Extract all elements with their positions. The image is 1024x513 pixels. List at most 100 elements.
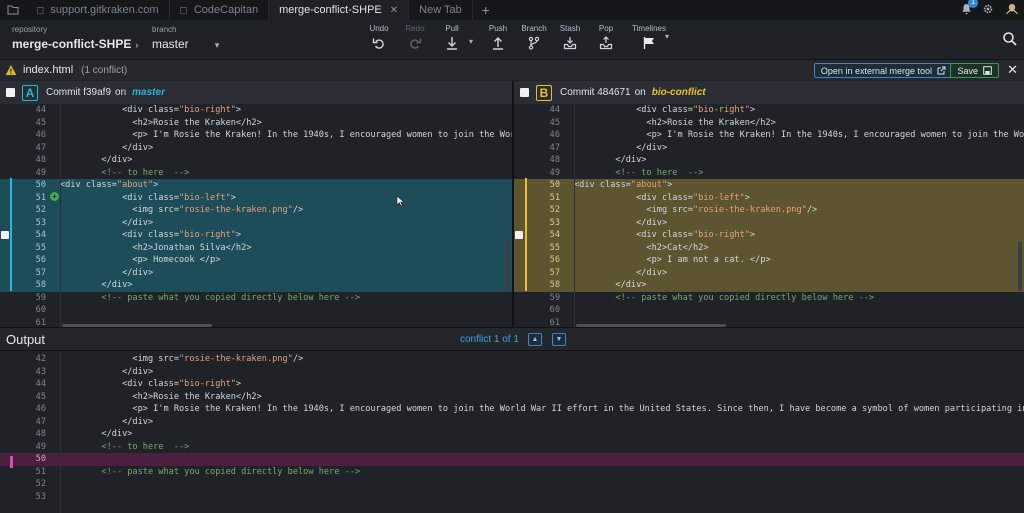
code-line[interactable]: 49 <!-- to here --> xyxy=(514,167,1024,180)
code-line[interactable]: 59 <!-- paste what you copied directly b… xyxy=(514,292,1024,305)
code-line[interactable]: 50 <div class="about"> xyxy=(514,179,1024,192)
code-line[interactable]: 52 <img src="rosie-the-kraken.png"/> xyxy=(0,204,512,217)
code-line[interactable]: 57 </div> xyxy=(0,266,512,279)
code-line[interactable]: 55 <h2>Cat</h2> xyxy=(514,241,1024,254)
previous-conflict-button[interactable]: ▲ xyxy=(528,333,542,346)
vertical-scrollbar[interactable] xyxy=(506,241,510,291)
add-tab-button[interactable]: + xyxy=(473,2,499,18)
output-title: Output xyxy=(6,332,46,347)
code-line[interactable]: 49 <!-- to here --> xyxy=(0,167,512,180)
branch-label: branch xyxy=(152,25,177,34)
add-line-icon[interactable]: + xyxy=(50,192,59,201)
undo-button[interactable]: Undo xyxy=(361,24,397,58)
chevron-right-icon: › xyxy=(135,40,139,50)
code-line[interactable]: 50 <div class="about"> xyxy=(0,179,512,192)
branch-button[interactable]: Branch xyxy=(516,24,552,58)
code-line[interactable]: 53 </div> xyxy=(0,216,512,229)
code-line[interactable]: 54 <div class="bio-right"> xyxy=(0,229,512,242)
code-line[interactable]: 51 <!-- paste what you copied directly b… xyxy=(0,466,1024,479)
code-line[interactable]: 52 xyxy=(0,478,1024,491)
timelines-dropdown-icon[interactable]: ▾ xyxy=(665,32,669,41)
code-line[interactable]: 47 </div> xyxy=(0,416,1024,429)
code-line[interactable]: 58 </div> xyxy=(514,279,1024,292)
pop-button[interactable]: Pop xyxy=(588,24,624,58)
code-line[interactable]: 52 <img src="rosie-the-kraken.png"/> xyxy=(514,204,1024,217)
code-line[interactable]: 44 <div class="bio-right"> xyxy=(514,104,1024,117)
close-tab-icon[interactable]: ✕ xyxy=(390,5,398,16)
pull-button[interactable]: Pull xyxy=(434,24,470,58)
tab-label: support.gitkraken.com xyxy=(50,4,159,16)
pull-dropdown-icon[interactable]: ▾ xyxy=(469,37,473,46)
open-external-merge-tool-button[interactable]: Open in external merge tool xyxy=(813,63,953,78)
line-number: 55 xyxy=(35,242,46,253)
bell-icon[interactable]: 1 xyxy=(961,0,978,18)
line-number: 54 xyxy=(35,230,46,240)
folder-icon[interactable] xyxy=(0,0,26,20)
code-line[interactable]: 45 <h2>Rosie the Kraken</h2> xyxy=(0,391,1024,404)
code-line[interactable]: 60 xyxy=(514,304,1024,317)
code-line[interactable]: 45 <h2>Rosie the Kraken</h2> xyxy=(0,117,512,130)
code-line[interactable]: 50 xyxy=(0,453,1024,466)
tab-codecapitan[interactable]: ◻ CodeCapitan xyxy=(170,0,270,20)
code-line[interactable]: 43 </div> xyxy=(0,366,1024,379)
timelines-button[interactable]: Timelines xyxy=(629,24,669,58)
code-line[interactable]: 42 <img src="rosie-the-kraken.png"/> xyxy=(0,353,1024,366)
branch-selector[interactable]: master ▾ xyxy=(152,37,219,51)
pane-a-commit: Commit f39af9 xyxy=(46,87,112,98)
select-all-b-checkbox[interactable] xyxy=(520,88,529,97)
close-merge-icon[interactable]: ✕ xyxy=(1007,62,1018,78)
chevron-down-icon: ▾ xyxy=(214,40,220,50)
code-line[interactable]: 55 <h2>Jonathan Silva</h2> xyxy=(0,241,512,254)
tab-merge-conflict[interactable]: merge-conflict-SHPE ✕ xyxy=(269,0,410,20)
code-line[interactable]: 56 <p> I am not a cat. </p> xyxy=(514,254,1024,267)
save-button[interactable]: Save xyxy=(950,63,999,78)
pane-b-code[interactable]: 44 <div class="bio-right"> 45 <h2>Rosie t… xyxy=(514,104,1024,327)
code-line[interactable]: 53 </div> xyxy=(514,216,1024,229)
stash-label: Stash xyxy=(559,24,581,33)
vertical-scrollbar[interactable] xyxy=(1018,241,1022,291)
pane-a-code[interactable]: 44 <div class="bio-right"> 45 <h2>Rosie t… xyxy=(0,104,512,327)
code-line[interactable]: 47 </div> xyxy=(0,142,512,155)
output-editor[interactable]: 42 <img src="rosie-the-kraken.png"/> 43 <… xyxy=(0,351,1024,513)
code-line[interactable]: 45 <h2>Rosie the Kraken</h2> xyxy=(514,117,1024,130)
line-number: 46 xyxy=(549,130,560,140)
save-label: Save xyxy=(957,65,978,76)
code-line[interactable]: 59 <!-- paste what you copied directly b… xyxy=(0,292,512,305)
code-line[interactable]: 44 <div class="bio-right"> xyxy=(0,104,512,117)
selection-bar-b xyxy=(525,178,527,291)
code-line[interactable]: 44 <div class="bio-right"> xyxy=(0,378,1024,391)
select-all-a-checkbox[interactable] xyxy=(6,88,15,97)
hunk-a-checkbox[interactable] xyxy=(1,231,9,239)
code-line[interactable]: 46 <p> I'm Rosie the Kraken! In the 1940… xyxy=(0,129,512,142)
hunk-b-checkbox[interactable] xyxy=(515,231,523,239)
code-line[interactable]: 49 <!-- to here --> xyxy=(0,441,1024,454)
line-text: </div> xyxy=(574,280,647,290)
code-line[interactable]: 51 <div class="bio-left"> xyxy=(0,191,512,204)
code-line[interactable]: 46 <p> I'm Rosie the Kraken! In the 1940… xyxy=(0,403,1024,416)
code-line[interactable]: 60 xyxy=(0,304,512,317)
tab-support[interactable]: ◻ support.gitkraken.com xyxy=(26,0,170,20)
code-line[interactable]: 48 </div> xyxy=(514,154,1024,167)
line-text: <p> Homecook </p> xyxy=(60,255,221,265)
code-line[interactable]: 47 </div> xyxy=(514,142,1024,155)
code-line[interactable]: 56 <p> Homecook </p> xyxy=(0,254,512,267)
kraken-avatar-icon[interactable] xyxy=(1004,3,1020,18)
next-conflict-button[interactable]: ▼ xyxy=(552,333,566,346)
code-line[interactable]: 46 <p> I'm Rosie the Kraken! In the 1940… xyxy=(514,129,1024,142)
gear-icon[interactable] xyxy=(982,3,994,18)
stash-button[interactable]: Stash xyxy=(552,24,588,58)
repository-selector[interactable]: merge-conflict-SHPE › xyxy=(12,37,138,51)
pane-b-commit: Commit 484671 xyxy=(560,87,631,98)
code-line[interactable]: 48 </div> xyxy=(0,154,512,167)
code-line[interactable]: 58 </div> xyxy=(0,279,512,292)
code-line[interactable]: 54 <div class="bio-right"> xyxy=(514,229,1024,242)
search-icon[interactable] xyxy=(1002,31,1018,47)
code-line[interactable]: 48 </div> xyxy=(0,428,1024,441)
code-line[interactable]: 57 </div> xyxy=(514,266,1024,279)
tab-new[interactable]: New Tab xyxy=(409,0,473,20)
code-line[interactable]: 51 <div class="bio-left"> xyxy=(514,191,1024,204)
output-code[interactable]: 42 <img src="rosie-the-kraken.png"/> 43 <… xyxy=(0,353,1024,503)
push-button[interactable]: Push xyxy=(480,24,516,58)
redo-button[interactable]: Redo xyxy=(397,24,433,58)
code-line[interactable]: 53 xyxy=(0,491,1024,504)
